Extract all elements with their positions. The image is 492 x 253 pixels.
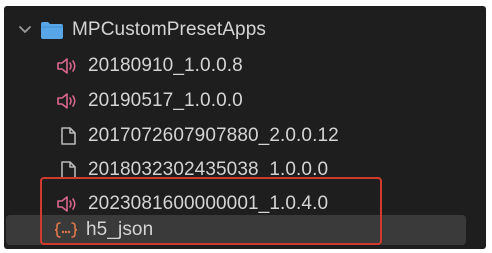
tree-item-label: 20190517_1.0.0.0 bbox=[88, 90, 243, 111]
tree-item-file-2[interactable]: 2018032302435038_1.0.0.0 bbox=[56, 155, 328, 185]
chevron-down-icon[interactable] bbox=[16, 21, 34, 39]
audio-icon bbox=[57, 93, 76, 109]
folder-label: MPCustomPresetApps bbox=[72, 19, 266, 40]
json-icon bbox=[54, 222, 78, 238]
tree-item-audio-2[interactable]: 20190517_1.0.0.0 bbox=[56, 86, 243, 116]
tree-item-label: 2023081600000001_1.0.4.0 bbox=[88, 193, 329, 214]
tree-item-label: 2018032302435038_1.0.0.0 bbox=[88, 159, 329, 180]
tree-item-file-1[interactable]: 2017072607907880_2.0.0.12 bbox=[56, 121, 339, 151]
audio-icon bbox=[57, 58, 76, 74]
tree-item-json-selected[interactable]: h5_json bbox=[6, 215, 466, 245]
file-icon bbox=[61, 161, 76, 179]
folder-row-mpcustompresetapps[interactable]: MPCustomPresetApps bbox=[4, 15, 266, 45]
file-tree-panel: MPCustomPresetApps 20180910_1.0.0.8 2019… bbox=[4, 6, 486, 249]
tree-item-label: 2017072607907880_2.0.0.12 bbox=[88, 125, 339, 146]
folder-icon bbox=[41, 22, 63, 39]
audio-icon bbox=[57, 196, 76, 212]
tree-item-label: 20180910_1.0.0.8 bbox=[88, 55, 243, 76]
file-icon bbox=[61, 127, 76, 145]
tree-item-label: h5_json bbox=[86, 219, 154, 240]
tree-item-audio-1[interactable]: 20180910_1.0.0.8 bbox=[56, 51, 243, 81]
